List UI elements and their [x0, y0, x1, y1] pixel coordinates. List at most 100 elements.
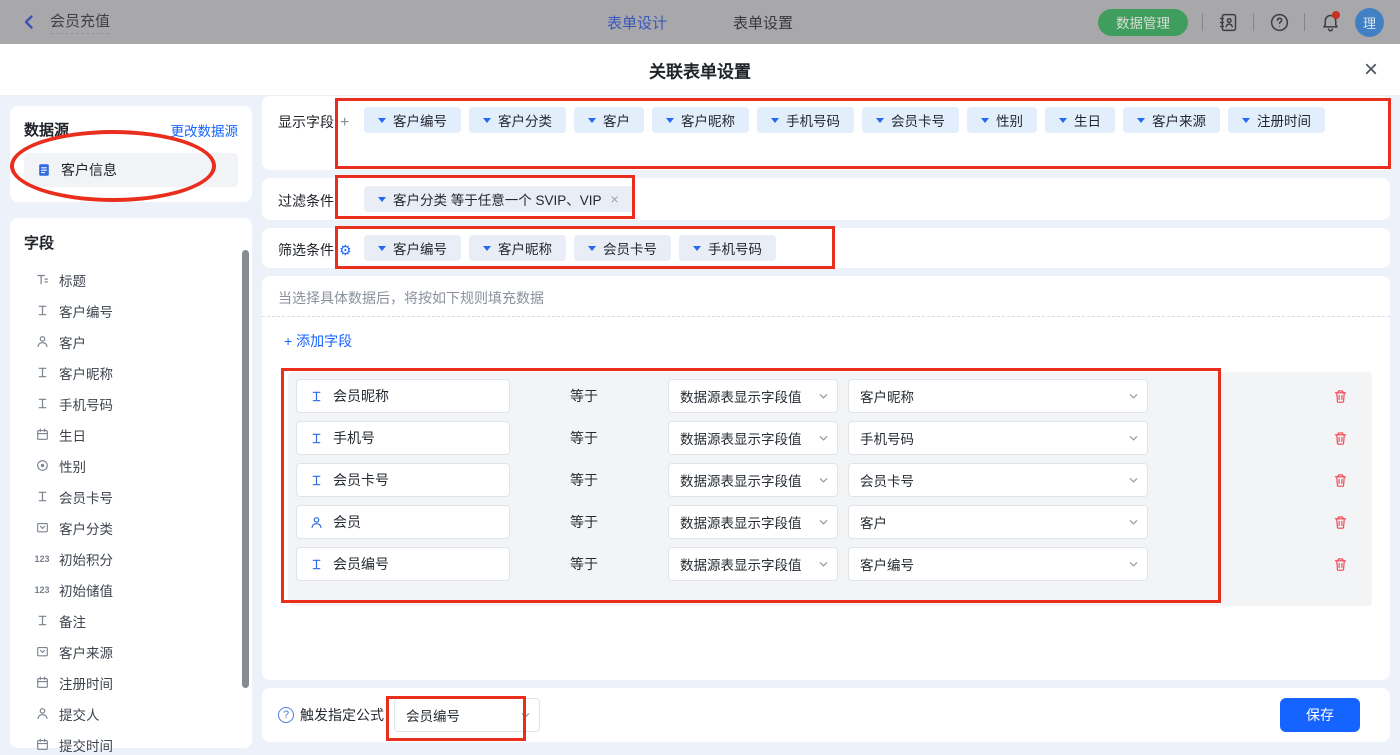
tab-form-design[interactable]: 表单设计 — [607, 12, 667, 33]
dropdown-arrow-icon — [876, 118, 884, 123]
field-item-label: 性别 — [59, 456, 86, 476]
field-tag[interactable]: 客户分类 — [469, 107, 566, 133]
field-item[interactable]: 性别 — [24, 450, 252, 481]
divider — [1202, 13, 1203, 31]
target-field-input[interactable]: 会员卡号 — [296, 463, 510, 497]
target-field-input[interactable]: 手机号 — [296, 421, 510, 455]
data-manage-button[interactable]: 数据管理 — [1098, 9, 1188, 36]
source-type-select[interactable]: 数据源表显示字段值 — [668, 505, 838, 539]
field-tag[interactable]: 客户编号 — [364, 235, 461, 261]
field-tag[interactable]: 手机号码 — [679, 235, 776, 261]
source-field-select[interactable]: 客户 — [848, 505, 1148, 539]
fields-title: 字段 — [24, 235, 54, 252]
help-icon[interactable] — [1268, 11, 1290, 33]
field-name: 会员昵称 — [333, 386, 389, 406]
field-item[interactable]: 注册时间 — [24, 667, 252, 698]
target-field-input[interactable]: 会员昵称 — [296, 379, 510, 413]
field-tag[interactable]: 客户编号 — [364, 107, 461, 133]
source-field-select[interactable]: 手机号码 — [848, 421, 1148, 455]
field-item[interactable]: 客户来源 — [24, 636, 252, 667]
gear-icon[interactable]: ⚙ — [339, 242, 352, 258]
field-tag[interactable]: 手机号码 — [757, 107, 854, 133]
number-icon: 123 — [34, 585, 50, 595]
selected-value: 数据源表显示字段值 — [680, 428, 802, 448]
datasource-item[interactable]: 客户信息 — [24, 153, 238, 187]
field-tag[interactable]: 生日 — [1045, 107, 1115, 133]
scrollbar-thumb[interactable] — [242, 250, 249, 688]
form-name[interactable]: 会员充值 — [50, 10, 110, 34]
field-item[interactable]: 客户编号 — [24, 295, 252, 326]
field-item[interactable]: 客户昵称 — [24, 357, 252, 388]
delete-rule-icon[interactable] — [1333, 515, 1348, 530]
field-tag[interactable]: 会员卡号 — [862, 107, 959, 133]
radio-icon — [34, 459, 50, 472]
contacts-icon[interactable] — [1217, 11, 1239, 33]
save-button[interactable]: 保存 — [1280, 698, 1360, 732]
field-item[interactable]: 提交时间 — [24, 729, 252, 755]
field-item-label: 客户来源 — [59, 642, 113, 662]
equals-label: 等于 — [570, 428, 600, 448]
field-item-label: 提交时间 — [59, 735, 113, 755]
delete-rule-icon[interactable] — [1333, 389, 1348, 404]
chevron-down-icon — [818, 475, 829, 486]
bell-icon[interactable] — [1319, 11, 1341, 33]
dropdown-arrow-icon — [666, 118, 674, 123]
remove-filter-icon[interactable]: × — [611, 191, 619, 207]
field-item[interactable]: 提交人 — [24, 698, 252, 729]
source-field-select[interactable]: 客户编号 — [848, 547, 1148, 581]
field-tag[interactable]: 客户昵称 — [652, 107, 749, 133]
chevron-down-icon — [818, 391, 829, 402]
text-icon — [308, 558, 324, 571]
back-icon[interactable] — [18, 11, 40, 33]
dropdown-arrow-icon — [378, 118, 386, 123]
dropdown-arrow-icon — [588, 118, 596, 123]
field-tag[interactable]: 性别 — [967, 107, 1037, 133]
field-tag[interactable]: 客户来源 — [1123, 107, 1220, 133]
field-item[interactable]: 客户分类 — [24, 512, 252, 543]
target-field-input[interactable]: 会员 — [296, 505, 510, 539]
delete-rule-icon[interactable] — [1333, 557, 1348, 572]
field-item[interactable]: 123初始储值 — [24, 574, 252, 605]
field-item[interactable]: 123初始积分 — [24, 543, 252, 574]
delete-rule-icon[interactable] — [1333, 473, 1348, 488]
source-field-select[interactable]: 会员卡号 — [848, 463, 1148, 497]
field-item[interactable]: 标题 — [24, 264, 252, 295]
field-item[interactable]: 备注 — [24, 605, 252, 636]
avatar[interactable]: 理 — [1355, 8, 1384, 37]
tag-label: 会员卡号 — [891, 110, 945, 130]
source-type-select[interactable]: 数据源表显示字段值 — [668, 547, 838, 581]
fill-rule-row: 会员昵称 等于 数据源表显示字段值客户昵称 — [296, 379, 1372, 413]
tab-form-settings[interactable]: 表单设置 — [733, 12, 793, 33]
source-type-select[interactable]: 数据源表显示字段值 — [668, 379, 838, 413]
source-type-select[interactable]: 数据源表显示字段值 — [668, 421, 838, 455]
field-tag[interactable]: 注册时间 — [1228, 107, 1325, 133]
formula-select[interactable]: 会员编号 — [394, 698, 540, 732]
target-field-input[interactable]: 会员编号 — [296, 547, 510, 581]
field-item[interactable]: 手机号码 — [24, 388, 252, 419]
text-icon — [308, 432, 324, 445]
dropdown-arrow-icon — [1059, 118, 1067, 123]
field-item[interactable]: 生日 — [24, 419, 252, 450]
delete-rule-icon[interactable] — [1333, 431, 1348, 446]
change-datasource-link[interactable]: 更改数据源 — [171, 120, 239, 140]
tag-label: 会员卡号 — [603, 238, 657, 258]
help-circle-icon[interactable]: ? — [278, 707, 294, 723]
field-item-label: 注册时间 — [59, 673, 113, 693]
add-display-field-icon[interactable]: + — [340, 114, 349, 131]
field-item[interactable]: 会员卡号 — [24, 481, 252, 512]
equals-label: 等于 — [570, 386, 600, 406]
field-item-label: 备注 — [59, 611, 86, 631]
field-name: 手机号 — [333, 428, 375, 448]
field-tag[interactable]: 客户昵称 — [469, 235, 566, 261]
divider — [1304, 13, 1305, 31]
close-icon[interactable]: × — [1364, 58, 1378, 82]
field-item[interactable]: 客户 — [24, 326, 252, 357]
field-tag[interactable]: 客户 — [574, 107, 644, 133]
number-icon: 123 — [34, 554, 50, 564]
add-field-link[interactable]: + 添加字段 — [284, 331, 352, 351]
chevron-down-icon — [818, 559, 829, 570]
filter-tag[interactable]: 客户分类 等于任意一个 SVIP、VIP × — [364, 186, 633, 212]
source-type-select[interactable]: 数据源表显示字段值 — [668, 463, 838, 497]
field-tag[interactable]: 会员卡号 — [574, 235, 671, 261]
source-field-select[interactable]: 客户昵称 — [848, 379, 1148, 413]
